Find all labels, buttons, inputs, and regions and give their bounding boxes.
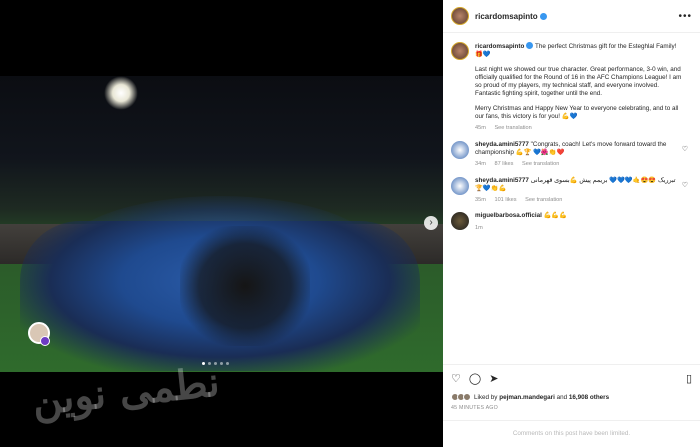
comment-likes[interactable]: 87 likes (494, 161, 513, 167)
heart-icon[interactable]: ♡ (682, 145, 688, 153)
comment-item: sheyda.amini5777 "Congrats, coach! Let's… (451, 140, 692, 169)
caption-username[interactable]: ricardomsapinto (475, 43, 524, 50)
commenter-avatar[interactable] (451, 140, 469, 159)
liked-by-others[interactable]: 16,908 others (569, 394, 609, 401)
caption-paragraph-1: Last night we showed our true character.… (475, 65, 682, 98)
comments-list: ricardomsapinto The perfect Christmas gi… (443, 34, 700, 364)
comment-likes[interactable]: 101 likes (494, 197, 516, 203)
carousel-dot (226, 362, 229, 365)
verified-icon (526, 42, 534, 49)
share-icon[interactable]: ➤ (489, 372, 498, 385)
liked-by-prefix: Liked by (474, 393, 498, 401)
see-translation-link[interactable]: See translation (522, 161, 559, 167)
author-username[interactable]: ricardomsapinto (475, 12, 538, 21)
comment-icon[interactable]: ◯ (469, 372, 481, 385)
see-translation-link[interactable]: See translation (494, 125, 531, 131)
comment-item: sheyda.amini5777 تبرریک 😍😍🤙💙💙💙 بریمم پیش… (451, 176, 692, 205)
team-celebration-photo (0, 76, 443, 372)
caption-time: 45m (475, 125, 486, 132)
heart-icon[interactable]: ♡ (451, 372, 461, 385)
comment-username[interactable]: sheyda.amini5777 (475, 141, 529, 148)
see-translation-link[interactable]: See translation (525, 197, 562, 203)
liked-by-and: and (556, 393, 568, 401)
comment-username[interactable]: sheyda.amini5777 (475, 177, 529, 184)
comment-meta: 34m 87 likes See translation (475, 160, 685, 168)
tag-indicator-icon (40, 336, 50, 346)
stadium-floodlight (104, 76, 138, 110)
comment-time: 1m (475, 224, 483, 231)
liker-avatar (463, 393, 471, 401)
commenter-avatar[interactable] (451, 212, 469, 231)
caption: ricardomsapinto The perfect Christmas gi… (451, 42, 692, 133)
chevron-right-icon[interactable]: › (424, 216, 438, 230)
comment-username[interactable]: miguelbarbosa.official (475, 212, 542, 219)
comment-time: 35m (475, 197, 486, 204)
comment-item: miguelbarbosa.official 💪💪💪 1m (451, 212, 692, 232)
more-icon[interactable]: ••• (678, 11, 692, 22)
post-header: ricardomsapinto ••• (443, 0, 700, 33)
comment-meta: 1m (475, 224, 685, 232)
verified-icon (539, 12, 547, 20)
post-time: 45 MINUTES AGO (451, 405, 498, 411)
author-avatar[interactable] (451, 7, 469, 25)
commenter-avatar[interactable] (451, 176, 469, 195)
post-media: › نطمی نوین (0, 0, 443, 447)
comment-time: 34m (475, 161, 486, 168)
liked-by: Liked by pejman.mandegari and 16,908 oth… (451, 393, 692, 401)
bookmark-icon[interactable]: ▯ (686, 372, 692, 385)
staff-group (180, 226, 310, 346)
comments-limited-notice: Comments on this post have been limited. (443, 420, 700, 447)
carousel-dot (220, 362, 223, 365)
comment-text: 💪💪💪 (543, 212, 568, 220)
liked-by-user[interactable]: pejman.mandegari (499, 394, 555, 401)
heart-icon[interactable]: ♡ (682, 181, 688, 189)
caption-meta: 45m See translation (475, 124, 685, 132)
post-panel: ricardomsapinto ••• ricardomsapinto The … (443, 0, 700, 447)
author-avatar[interactable] (451, 42, 469, 60)
post-actions: ♡ ◯ ➤ ▯ Liked by pejman.mandegari and 16… (443, 364, 700, 411)
comment-meta: 35m 101 likes See translation (475, 196, 685, 204)
caption-paragraph-2: Merry Christmas and Happy New Year to ev… (475, 104, 679, 121)
